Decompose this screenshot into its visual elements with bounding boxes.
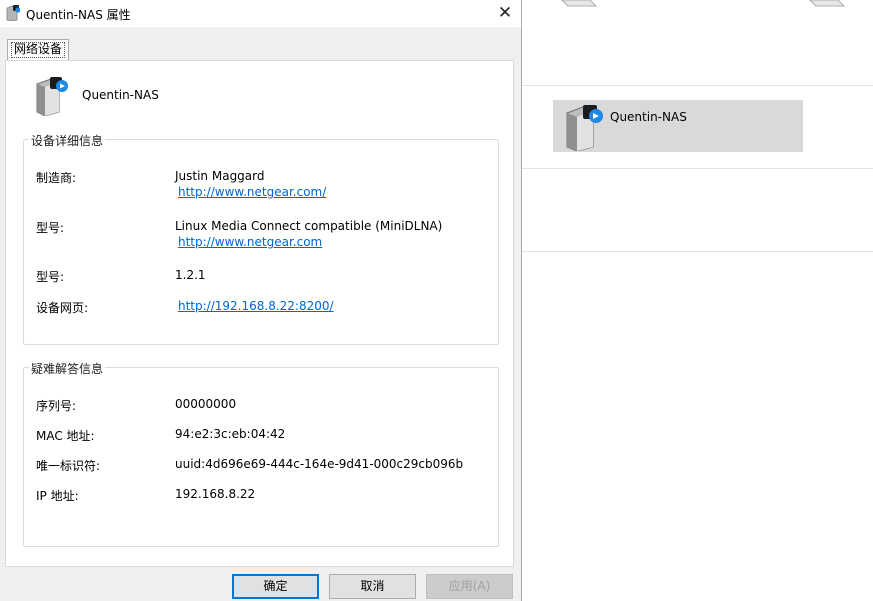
model-label: 型号: — [36, 221, 65, 235]
focus-rectangle — [11, 42, 65, 58]
uid-value: uuid:4d696e69-444c-164e-9d41-000c29cb096… — [175, 457, 464, 471]
apply-button[interactable]: 应用(A) — [426, 574, 513, 599]
tab-panel: Quentin-NAS 设备详细信息 制造商: Justin Maggard h… — [5, 60, 514, 567]
mac-label: MAC 地址: — [36, 429, 95, 443]
ip-label: IP 地址: — [36, 489, 79, 503]
explorer-divider — [522, 85, 873, 86]
manufacturer-value: Justin Maggard — [175, 169, 265, 183]
cancel-button[interactable]: 取消 — [329, 574, 416, 599]
ip-value: 192.168.8.22 — [175, 487, 256, 501]
nas-device-icon — [566, 105, 603, 151]
explorer-divider — [522, 251, 873, 252]
dialog-titlebar[interactable]: Quentin-NAS 属性 ✕ — [0, 0, 521, 27]
nas-device-icon — [6, 5, 20, 21]
close-button[interactable]: ✕ — [490, 2, 520, 24]
device-details-group: 设备详细信息 制造商: Justin Maggard http://www.ne… — [23, 132, 499, 345]
manufacturer-link[interactable]: http://www.netgear.com/ — [178, 185, 326, 199]
close-icon: ✕ — [497, 3, 513, 23]
serial-value: 00000000 — [175, 397, 237, 411]
explorer-device-tile[interactable]: Quentin-NAS — [553, 100, 803, 152]
troubleshooting-group: 疑难解答信息 序列号: 00000000 MAC 地址: 94:e2:3c:eb… — [23, 360, 499, 547]
webpage-link[interactable]: http://192.168.8.22:8200/ — [178, 299, 334, 313]
explorer-divider — [522, 168, 873, 169]
manufacturer-label: 制造商: — [36, 171, 77, 185]
mac-value: 94:e2:3c:eb:04:42 — [175, 427, 286, 441]
version-value: 1.2.1 — [175, 268, 206, 282]
device-thumbnail-partial-icon — [561, 0, 597, 7]
device-thumbnail-partial-icon — [809, 0, 845, 7]
model-link[interactable]: http://www.netgear.com — [178, 235, 322, 249]
tab-network-device[interactable]: 网络设备 — [7, 39, 69, 60]
model-value: Linux Media Connect compatible (MiniDLNA… — [175, 219, 443, 233]
dialog-title: Quentin-NAS 属性 — [26, 8, 131, 22]
group-title: 疑难解答信息 — [29, 360, 106, 377]
explorer-background — [522, 0, 873, 601]
serial-label: 序列号: — [36, 399, 77, 413]
webpage-label: 设备网页: — [36, 301, 89, 315]
version-label: 型号: — [36, 270, 65, 284]
device-name: Quentin-NAS — [82, 88, 159, 102]
uid-label: 唯一标识符: — [36, 459, 101, 473]
explorer-device-label: Quentin-NAS — [610, 110, 687, 124]
properties-dialog: Quentin-NAS 属性 ✕ 网络设备 Quentin-NAS 设备详细信息… — [0, 0, 522, 601]
nas-device-icon — [36, 77, 68, 116]
ok-button[interactable]: 确定 — [232, 574, 319, 599]
group-title: 设备详细信息 — [29, 132, 106, 149]
